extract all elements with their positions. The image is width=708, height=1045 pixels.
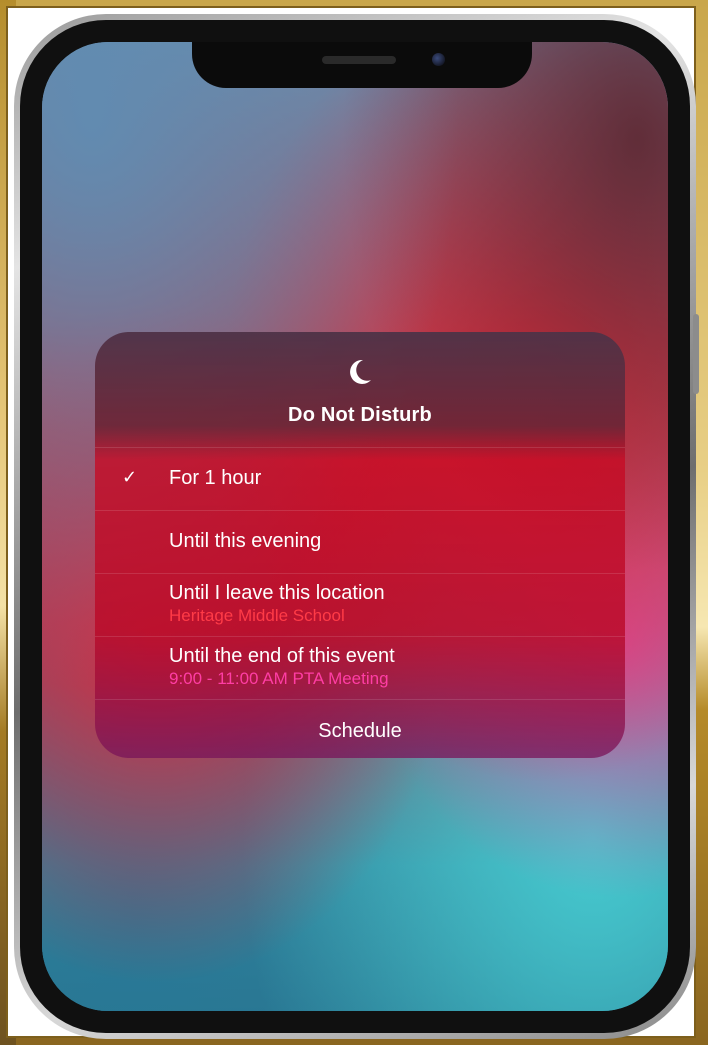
option-until-leave-location[interactable]: Until I leave this location Heritage Mid… [95,573,625,636]
option-until-this-evening[interactable]: Until this evening [95,510,625,573]
front-camera [432,53,445,66]
dnd-header: Do Not Disturb [95,332,625,447]
option-label: Until I leave this location [169,582,385,604]
location-sublabel: Heritage Middle School [169,606,345,625]
option-for-1-hour[interactable]: ✓ For 1 hour [95,447,625,510]
moon-icon [350,359,371,384]
speaker-grille [322,56,396,64]
option-label: Until this evening [169,530,322,552]
event-sublabel: 9:00 - 11:00 AM PTA Meeting [169,669,389,688]
phone-device: Do Not Disturb ✓ For 1 hour Until this e… [14,14,699,1039]
schedule-label: Schedule [318,720,402,742]
option-label: Until the end of this event [169,645,395,667]
dnd-title: Do Not Disturb [288,404,432,426]
schedule-button[interactable]: Schedule [95,699,625,758]
side-button [693,314,699,394]
notch [192,42,532,88]
checkmark-icon: ✓ [122,467,138,487]
do-not-disturb-panel: Do Not Disturb ✓ For 1 hour Until this e… [95,332,625,758]
option-label: For 1 hour [169,467,262,489]
option-until-end-of-event[interactable]: Until the end of this event 9:00 - 11:00… [95,636,625,699]
phone-screen: Do Not Disturb ✓ For 1 hour Until this e… [42,42,668,1011]
